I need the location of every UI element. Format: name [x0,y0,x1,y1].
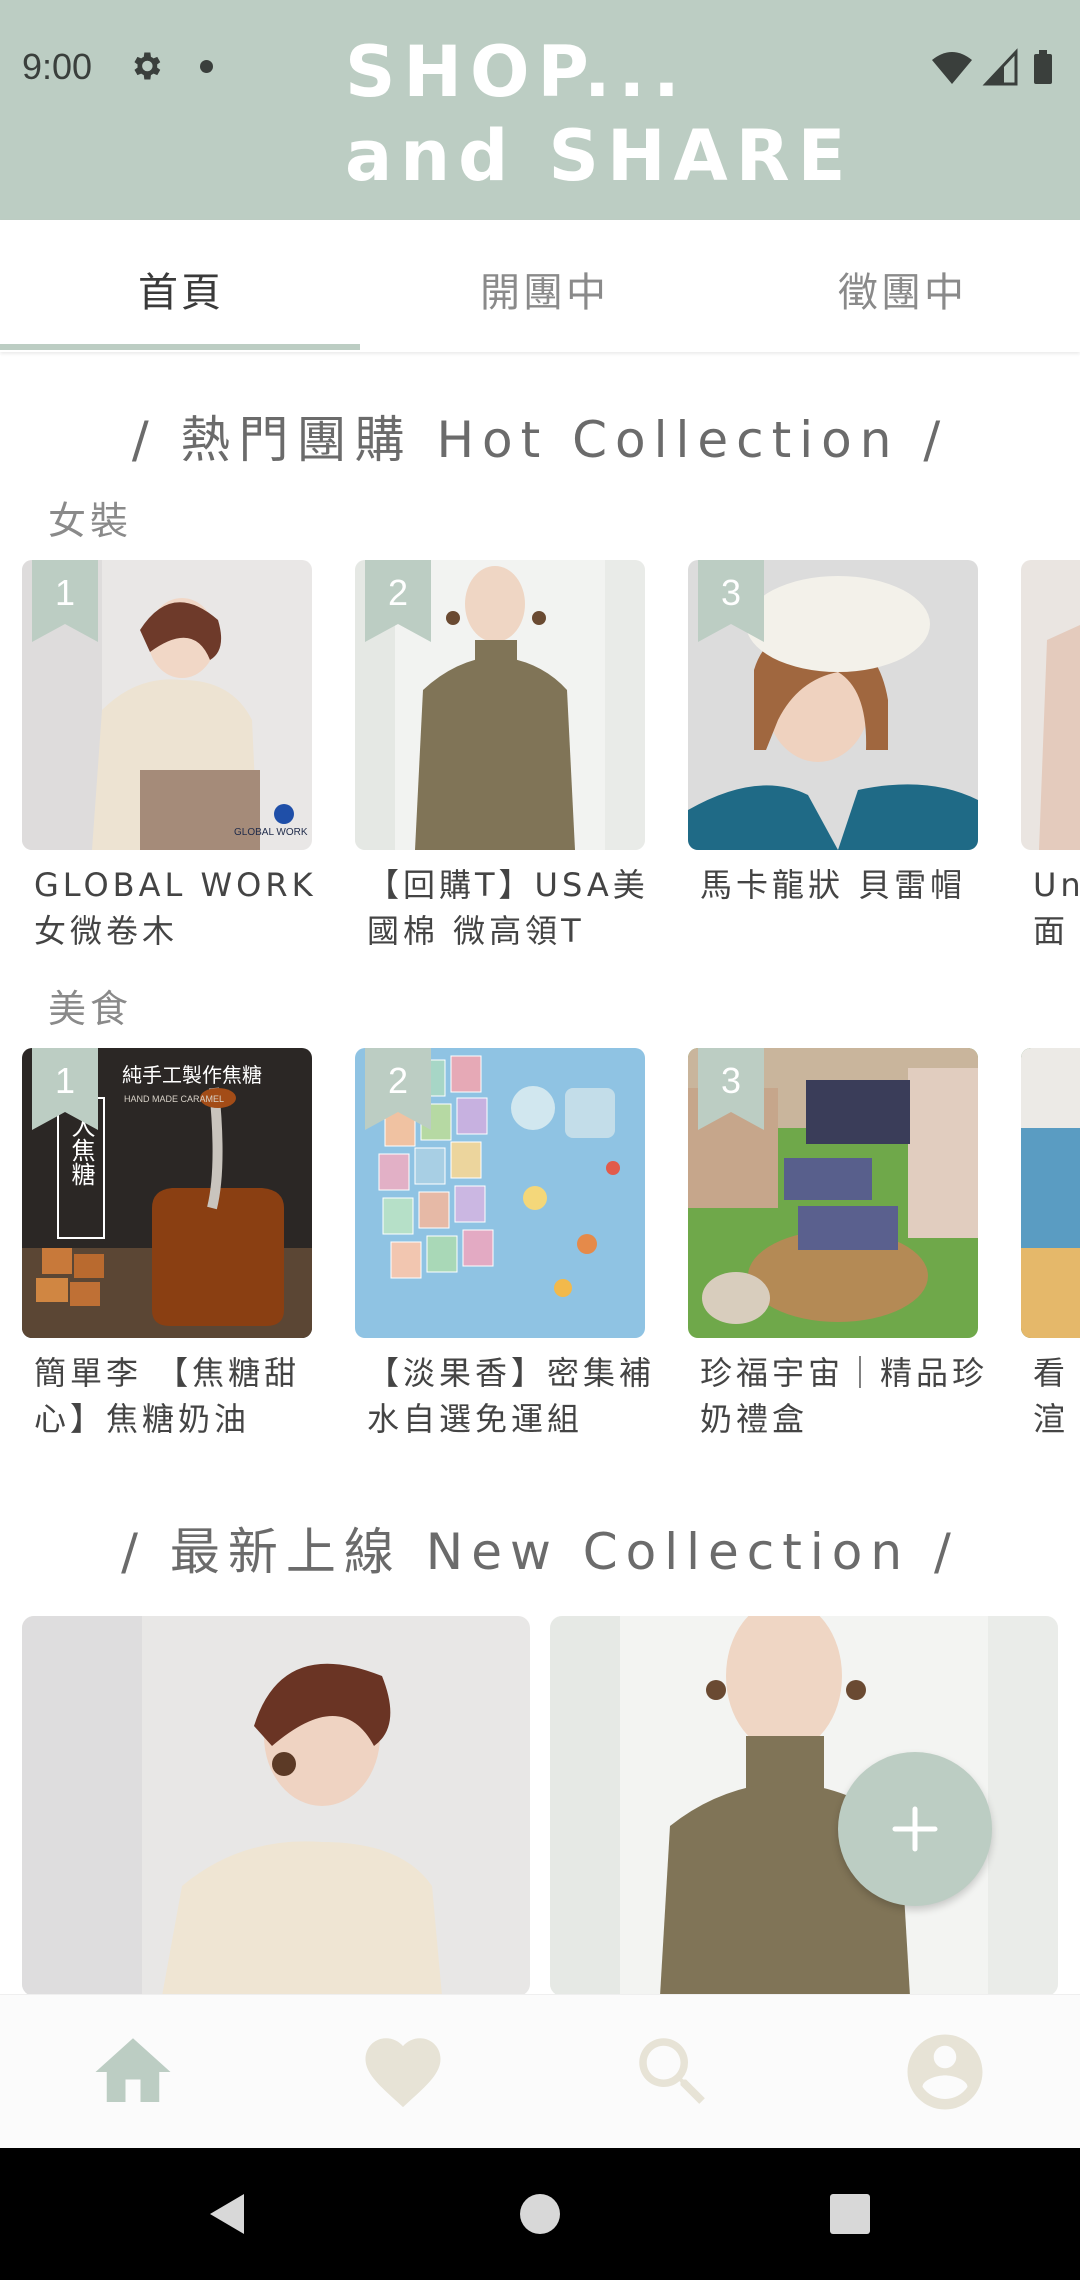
recents-icon[interactable] [828,2192,872,2236]
tab-open-groups[interactable]: 開團中 [480,260,609,318]
battery-icon [1034,54,1052,84]
new-product-image[interactable] [22,1616,530,1996]
home-icon[interactable] [88,2027,178,2117]
product-image[interactable]: 2 [355,1048,645,1338]
status-icons [932,48,1052,86]
settings-icon [134,52,161,80]
product-title[interactable]: 珍福宇宙｜精品珍奶禮盒 [700,1350,990,1442]
product-title[interactable]: GLOBAL WORK女微卷木 [34,862,324,954]
home-circle-icon[interactable] [518,2192,562,2236]
product-image[interactable]: GLOBAL WORK 1 [22,560,312,850]
tab-home[interactable]: 首頁 [138,260,224,318]
brand-line1: SHOP... [345,31,688,113]
app-header: 9:00 SHOP... and SHARE [0,0,1080,220]
brand-logo: SHOP... and SHARE [345,30,853,198]
plus-icon [892,1806,938,1852]
product-title[interactable]: 【淡果香】密集補水自選免運組 [367,1350,657,1442]
caramel-subline: HAND MADE CARAMEL [124,1094,224,1104]
tab-indicator [0,344,360,350]
product-image[interactable]: 匠人焦糖 純手工製作焦糖 HAND MADE CARAMEL 1 [22,1048,312,1338]
brand-line2: and SHARE [345,115,854,197]
add-button[interactable] [838,1752,992,1906]
notification-dot-icon [200,60,213,73]
caramel-headline: 純手工製作焦糖 [122,1063,262,1087]
search-icon[interactable] [628,2027,718,2117]
category-food-label: 美食 [48,987,133,1031]
system-nav-bar [0,2148,1080,2280]
product-image[interactable] [1021,1048,1080,1338]
product-image[interactable]: 3 [688,1048,978,1338]
status-time: 9:00 [22,46,93,87]
hot-collection-title: / 熱門團購 Hot Collection / [131,411,949,469]
product-title[interactable]: 【回購T】USA美國棉 微高領T [367,862,657,954]
tab-seeking-groups[interactable]: 徵團中 [838,260,967,318]
product-title[interactable]: 馬卡龍狀 貝雷帽 [700,862,990,954]
svg-text:GLOBAL WORK: GLOBAL WORK [234,827,308,838]
wifi-icon [932,52,972,84]
category-womens-label: 女裝 [48,499,133,543]
product-image[interactable]: 2 [355,560,645,850]
product-title[interactable]: Un 面ｲ [1033,862,1080,954]
profile-icon[interactable] [900,2027,990,2117]
product-image[interactable]: 3 [688,560,978,850]
product-title[interactable]: 看渲 乾 [1033,1350,1080,1442]
tab-bar: 首頁 開團中 徵團中 [0,220,1080,352]
product-title[interactable]: 簡單李 【焦糖甜心】焦糖奶油 [34,1350,324,1442]
product-image[interactable] [1021,560,1080,850]
back-icon[interactable] [206,2190,250,2238]
bottom-nav [0,1994,1080,2148]
heart-icon[interactable] [358,2027,448,2117]
new-collection-title: / 最新上線 New Collection / [121,1523,959,1581]
